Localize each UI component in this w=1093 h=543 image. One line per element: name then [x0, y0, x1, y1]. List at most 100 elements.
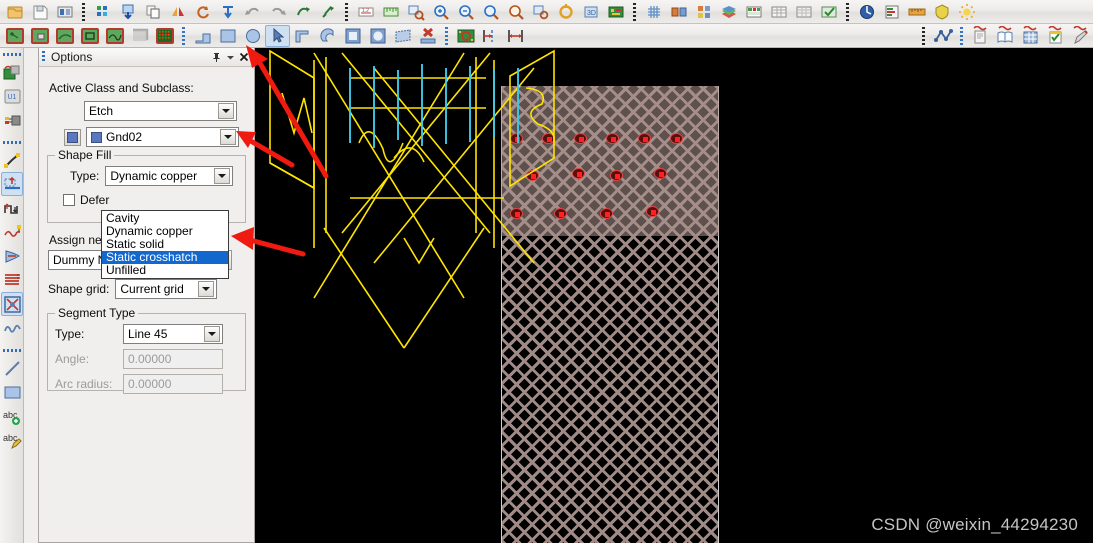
- zoom-out-icon[interactable]: [453, 1, 478, 23]
- parts-list-icon[interactable]: [1018, 25, 1043, 47]
- zoom-fit-icon[interactable]: [403, 1, 428, 23]
- shape-slant-icon[interactable]: [390, 25, 415, 47]
- toolbar-gripper[interactable]: [79, 1, 88, 22]
- delete-shape-icon[interactable]: [415, 25, 440, 47]
- padstack-icon[interactable]: [453, 25, 478, 47]
- subclass-color-swatch-button[interactable]: [64, 128, 81, 146]
- fill-type-option-list[interactable]: Cavity Dynamic copper Static solid Stati…: [101, 210, 229, 279]
- options-titlebar[interactable]: Options: [39, 48, 254, 67]
- zoom-previous-icon[interactable]: [528, 1, 553, 23]
- redo-icon[interactable]: [265, 1, 290, 23]
- mirror-icon[interactable]: [165, 1, 190, 23]
- pan-icon[interactable]: [290, 1, 315, 23]
- pin-icon[interactable]: [315, 1, 340, 23]
- shape-round-icon[interactable]: [365, 25, 390, 47]
- library-icon[interactable]: [993, 25, 1018, 47]
- shape-crosshatch-icon[interactable]: [152, 25, 177, 47]
- defer-checkbox[interactable]: [63, 194, 75, 206]
- shape-arc-icon[interactable]: [315, 25, 340, 47]
- toolbar-gripper[interactable]: [957, 25, 966, 46]
- dimension-icon[interactable]: 1.2: [353, 1, 378, 23]
- shape-delete-island-icon[interactable]: [127, 25, 152, 47]
- checklist-icon[interactable]: [1043, 25, 1068, 47]
- zoom-world-icon[interactable]: [503, 1, 528, 23]
- layer-pair-icon[interactable]: [666, 1, 691, 23]
- spread-icon[interactable]: [215, 1, 240, 23]
- segment-type-dropdown[interactable]: Line 45: [123, 324, 223, 344]
- save-file-icon[interactable]: [27, 1, 52, 23]
- fanout-icon[interactable]: [1, 244, 23, 268]
- close-panel-button[interactable]: [237, 50, 251, 65]
- add-line-tool-icon[interactable]: [1, 356, 23, 380]
- dimension-datum-icon[interactable]: [503, 25, 528, 47]
- add-rectangle-tool-icon[interactable]: [1, 380, 23, 404]
- shape-compose-icon[interactable]: [77, 25, 102, 47]
- bus-route-icon[interactable]: [1, 268, 23, 292]
- place-refdes-icon[interactable]: U1: [1, 84, 23, 108]
- panel-grip-icon[interactable]: [42, 51, 47, 63]
- shape-decompose-icon[interactable]: [102, 25, 127, 47]
- pcb-design-canvas[interactable]: CSDN @weixin_44294230: [254, 48, 1093, 543]
- chevron-down-icon[interactable]: [220, 129, 236, 145]
- custom-smooth-icon[interactable]: [1, 220, 23, 244]
- db-check-icon[interactable]: [816, 1, 841, 23]
- subclass-icon[interactable]: [691, 1, 716, 23]
- grid-toggle-icon[interactable]: [641, 1, 666, 23]
- color-visibility-icon[interactable]: [90, 1, 115, 23]
- select-arrow-icon[interactable]: [265, 24, 290, 47]
- copy-icon[interactable]: [140, 1, 165, 23]
- constraint-manager-icon[interactable]: [741, 1, 766, 23]
- toolbar-gripper[interactable]: [2, 346, 22, 355]
- shape-grid-dropdown[interactable]: Current grid: [115, 279, 218, 299]
- stackup-icon[interactable]: [716, 1, 741, 23]
- toolbar-gripper[interactable]: [2, 138, 22, 147]
- shape-polygon-icon[interactable]: [290, 25, 315, 47]
- import-logic-icon[interactable]: [115, 1, 140, 23]
- slide-icon[interactable]: [1, 172, 23, 196]
- fill-type-dropdown[interactable]: Dynamic copper: [105, 166, 234, 186]
- class-dropdown[interactable]: Etch: [84, 101, 237, 121]
- panel-menu-button[interactable]: [223, 50, 237, 65]
- shape-square-icon[interactable]: [340, 25, 365, 47]
- chevron-down-icon[interactable]: [204, 326, 220, 342]
- chevron-down-icon[interactable]: [214, 168, 231, 184]
- shape-edit-boundary-icon[interactable]: [52, 25, 77, 47]
- status-icon[interactable]: [854, 1, 879, 23]
- net-group-icon[interactable]: [1, 292, 23, 316]
- toolbar-gripper[interactable]: [342, 1, 351, 22]
- ruler-icon[interactable]: [904, 1, 929, 23]
- report-doc-icon[interactable]: [968, 25, 993, 47]
- zoom-in-icon[interactable]: [428, 1, 453, 23]
- toolbar-gripper[interactable]: [179, 25, 188, 46]
- toolbar-gripper[interactable]: [442, 25, 451, 46]
- shield-icon[interactable]: [929, 1, 954, 23]
- board-geometry-icon[interactable]: [603, 1, 628, 23]
- zoom-center-icon[interactable]: [553, 1, 578, 23]
- open-file-icon[interactable]: [2, 1, 27, 23]
- chevron-down-icon[interactable]: [198, 281, 215, 297]
- toolbar-gripper[interactable]: [630, 1, 639, 22]
- edit-text-icon[interactable]: abc: [1, 428, 23, 452]
- meander-icon[interactable]: [1, 316, 23, 340]
- undo-icon[interactable]: [240, 1, 265, 23]
- angle-input[interactable]: 0.00000: [123, 349, 223, 369]
- reports-icon[interactable]: [879, 1, 904, 23]
- shape-add-rect-icon[interactable]: [2, 25, 27, 47]
- net-schedule-icon[interactable]: [930, 25, 955, 47]
- add-connect-icon[interactable]: [1, 148, 23, 172]
- dimension-linear-icon[interactable]: [478, 25, 503, 47]
- pencil-icon[interactable]: [1068, 25, 1093, 47]
- highlight-icon[interactable]: [954, 1, 979, 23]
- toolbar-gripper[interactable]: [919, 25, 928, 46]
- delay-tune-icon[interactable]: [1, 196, 23, 220]
- fill-type-option-unfilled[interactable]: Unfilled: [102, 264, 228, 277]
- add-circle-icon[interactable]: [240, 25, 265, 47]
- measure-icon[interactable]: [378, 1, 403, 23]
- zoom-by-points-icon[interactable]: [478, 1, 503, 23]
- subclass-dropdown[interactable]: Gnd02: [86, 127, 239, 147]
- refresh-3d-icon[interactable]: 3D: [578, 1, 603, 23]
- shape-select-icon[interactable]: [27, 25, 52, 47]
- table-view-icon[interactable]: [791, 1, 816, 23]
- rotate-icon[interactable]: [190, 1, 215, 23]
- add-text-icon[interactable]: abc: [1, 404, 23, 428]
